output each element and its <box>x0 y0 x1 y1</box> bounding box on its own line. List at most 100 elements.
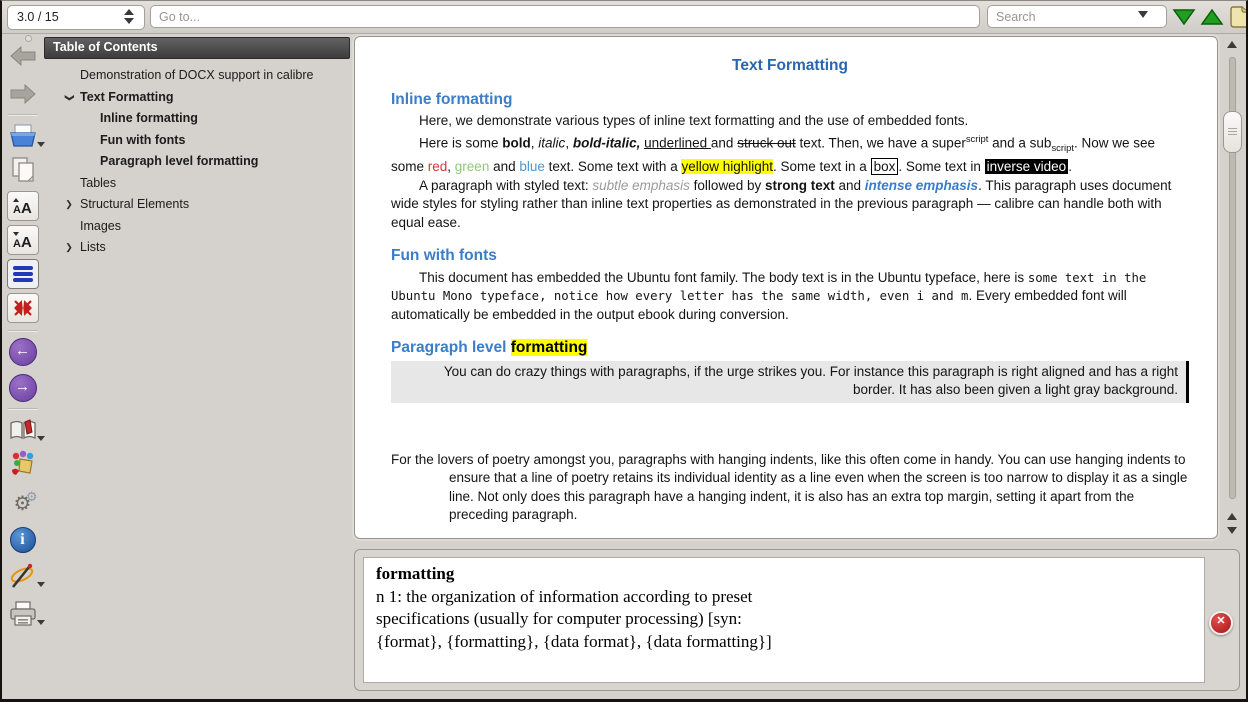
text-span: , <box>565 135 573 150</box>
toc-item[interactable]: Inline formatting <box>44 108 350 130</box>
about-button[interactable]: i <box>6 525 40 555</box>
svg-text:A: A <box>13 238 21 250</box>
decrease-font-size-button[interactable]: A A <box>7 225 39 255</box>
document-title: Text Formatting <box>391 57 1189 76</box>
toc-item-label: Text Formatting <box>80 87 174 109</box>
search-dropdown-icon[interactable] <box>1138 11 1148 18</box>
font-larger-icon: A A <box>11 196 35 216</box>
red-text-span: red <box>428 159 448 174</box>
sub-text-span: script <box>1051 143 1074 154</box>
forward-button[interactable] <box>6 79 40 109</box>
scroll-slider <box>1220 39 1244 544</box>
toc-item-label: Tables <box>80 173 116 195</box>
subtle-text-span: subtle emphasis <box>592 178 690 193</box>
hanging-indent-paragraph: For the lovers of poetry amongst you, pa… <box>391 451 1189 525</box>
toc-item-label: Lists <box>80 237 106 259</box>
gear-small-icon: ⚙ <box>26 487 38 507</box>
collapse-icon[interactable]: ❯ <box>58 86 80 108</box>
page-position-spinner[interactable]: 3.0 / 15 <box>7 5 145 30</box>
scroll-down-icon[interactable] <box>1227 527 1237 534</box>
gear-icon: ⚙⚙ <box>14 494 32 514</box>
expand-icon[interactable]: ❯ <box>58 237 80 259</box>
toc-item[interactable]: Images <box>44 216 350 238</box>
section-heading: Fun with fonts <box>391 247 1189 266</box>
text-span: . <box>1068 159 1072 174</box>
find-next-button[interactable] <box>1172 6 1196 28</box>
b-text-span: strong text <box>765 178 835 193</box>
toggle-paged-mode-button[interactable] <box>1228 4 1248 26</box>
back-button[interactable] <box>6 41 40 71</box>
previous-page-icon: ← <box>9 338 37 366</box>
toc-item[interactable]: ❯Structural Elements <box>44 194 350 216</box>
text-span: and <box>711 135 737 150</box>
book-content: Text Formatting Inline formatting Here, we… <box>391 53 1189 530</box>
toc-item[interactable]: Demonstration of DOCX support in calibre <box>44 65 350 87</box>
next-page-button[interactable]: → <box>6 373 40 403</box>
increase-font-size-button[interactable]: A A <box>7 191 39 221</box>
section-heading: Paragraph level formatting <box>391 339 1189 358</box>
toc-item[interactable]: Paragraph level formatting <box>44 151 350 173</box>
toc-item[interactable]: ❯Text Formatting <box>44 87 350 109</box>
toc-lines-icon <box>12 264 34 284</box>
text-span: Paragraph level <box>391 339 511 356</box>
text-span: . Some text in <box>898 159 984 174</box>
toc-item[interactable]: Fun with fonts <box>44 130 350 152</box>
toc-list: Demonstration of DOCX support in calibre… <box>44 65 350 259</box>
toc-panel: Table of Contents Demonstration of DOCX … <box>44 37 350 693</box>
bookmarks-button[interactable] <box>6 415 40 445</box>
dictionary-word: formatting <box>376 563 1192 586</box>
hlb-text-span: formatting <box>511 339 588 356</box>
goto-input[interactable] <box>150 5 980 28</box>
font-smaller-icon: A A <box>11 230 35 250</box>
table-of-contents-button[interactable] <box>7 259 39 289</box>
toc-item-label: Structural Elements <box>80 194 189 216</box>
text-span: and <box>489 159 519 174</box>
b-text-span: bold <box>502 135 531 150</box>
text-span: A paragraph with styled text: <box>419 178 592 193</box>
calibre-viewer-window: 3.0 / 15 <box>0 0 1248 702</box>
reference-arrows-icon <box>12 298 34 318</box>
dictionary-line: specifications (usually for computer pro… <box>376 608 1192 631</box>
text-span: You can do crazy things with paragraphs,… <box>444 364 1178 398</box>
previous-page-button[interactable]: ← <box>6 337 40 367</box>
toc-item[interactable]: Tables <box>44 173 350 195</box>
text-span: Here, we demonstrate various types of in… <box>419 113 968 128</box>
tweak-button[interactable] <box>6 561 40 591</box>
text-span: text. Some text with a <box>545 159 682 174</box>
colors-bucket-icon <box>9 450 37 478</box>
print-button[interactable] <box>6 599 40 629</box>
paragraph: This document has embedded the Ubuntu fo… <box>391 269 1189 325</box>
scroll-up2-icon[interactable] <box>1227 513 1237 520</box>
text-span: For the lovers of poetry amongst you, pa… <box>391 452 1187 523</box>
reference-mode-button[interactable] <box>7 293 39 323</box>
toc-item[interactable]: ❯Lists <box>44 237 350 259</box>
section-heading: Inline formatting <box>391 91 1189 110</box>
spin-up-icon[interactable] <box>124 9 134 15</box>
toolbar-separator <box>8 408 38 410</box>
spinner-arrows[interactable] <box>124 9 136 26</box>
toolbar-separator <box>8 114 38 116</box>
open-ebook-button[interactable] <box>6 121 40 151</box>
scroll-up-icon[interactable] <box>1227 41 1237 48</box>
top-toolbar: 3.0 / 15 <box>2 1 1246 34</box>
preferences-button[interactable]: ⚙⚙ <box>6 489 40 519</box>
dictionary-line: {format}, {formatting}, {data format}, {… <box>376 631 1192 654</box>
scroll-thumb[interactable] <box>1223 111 1242 153</box>
back-arrow-icon <box>10 45 36 67</box>
close-dictionary-button[interactable]: ✕ <box>1209 611 1233 635</box>
find-previous-button[interactable] <box>1200 6 1224 28</box>
book-view-panel: Text Formatting Inline formatting Here, we… <box>354 36 1218 539</box>
toolbar-separator <box>8 330 38 332</box>
right-aligned-paragraph: You can do crazy things with paragraphs,… <box>391 361 1189 403</box>
toc-item-label: Images <box>80 216 121 238</box>
load-theme-button[interactable] <box>6 449 40 479</box>
bookmark-book-icon <box>9 418 37 442</box>
expand-icon[interactable]: ❯ <box>58 194 80 216</box>
open-ebook-icon <box>9 123 37 149</box>
text-span: This document has embedded the Ubuntu fo… <box>419 270 1028 285</box>
copy-button[interactable] <box>6 155 40 185</box>
box-text-span: box <box>871 158 899 175</box>
text-span: Text Formatting <box>732 57 848 74</box>
spin-down-icon[interactable] <box>124 18 134 24</box>
text-span: followed by <box>690 178 765 193</box>
